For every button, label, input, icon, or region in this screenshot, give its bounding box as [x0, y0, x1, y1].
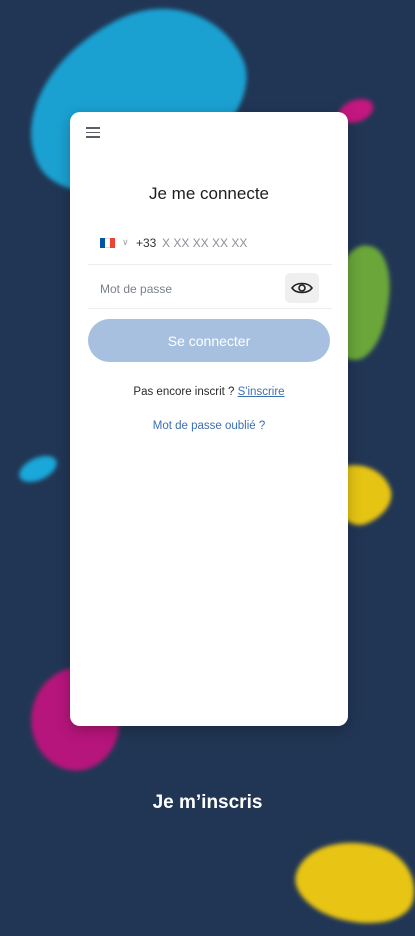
chevron-down-icon[interactable]: ∨ [122, 237, 129, 248]
eye-icon [291, 282, 313, 294]
menu-icon[interactable] [86, 127, 100, 138]
connect-button[interactable]: Se connecter [88, 319, 330, 362]
signup-cta-button[interactable]: Je m’inscris [0, 792, 415, 814]
password-field [88, 270, 332, 309]
decorative-blob-cyan-small [15, 450, 61, 488]
phone-input[interactable] [162, 232, 312, 254]
france-flag-icon[interactable] [100, 238, 115, 248]
signup-prompt-text: Pas encore inscrit ? [133, 386, 235, 398]
phone-field: ∨ +33 [88, 224, 332, 265]
page-title: Je me connecte [148, 184, 269, 203]
password-input[interactable] [100, 278, 280, 300]
signup-link[interactable]: S'inscrire [238, 386, 285, 398]
toggle-password-visibility-button[interactable] [285, 273, 319, 303]
login-card: Je me connecte ∨ +33 Se connecter Pas en… [70, 112, 348, 726]
signup-prompt-line: Pas encore inscrit ? S'inscrire [70, 386, 348, 398]
decorative-blob-yellow-bottom [287, 827, 415, 936]
country-prefix: +33 [136, 236, 157, 250]
forgot-password-link[interactable]: Mot de passe oublié ? [70, 420, 348, 432]
